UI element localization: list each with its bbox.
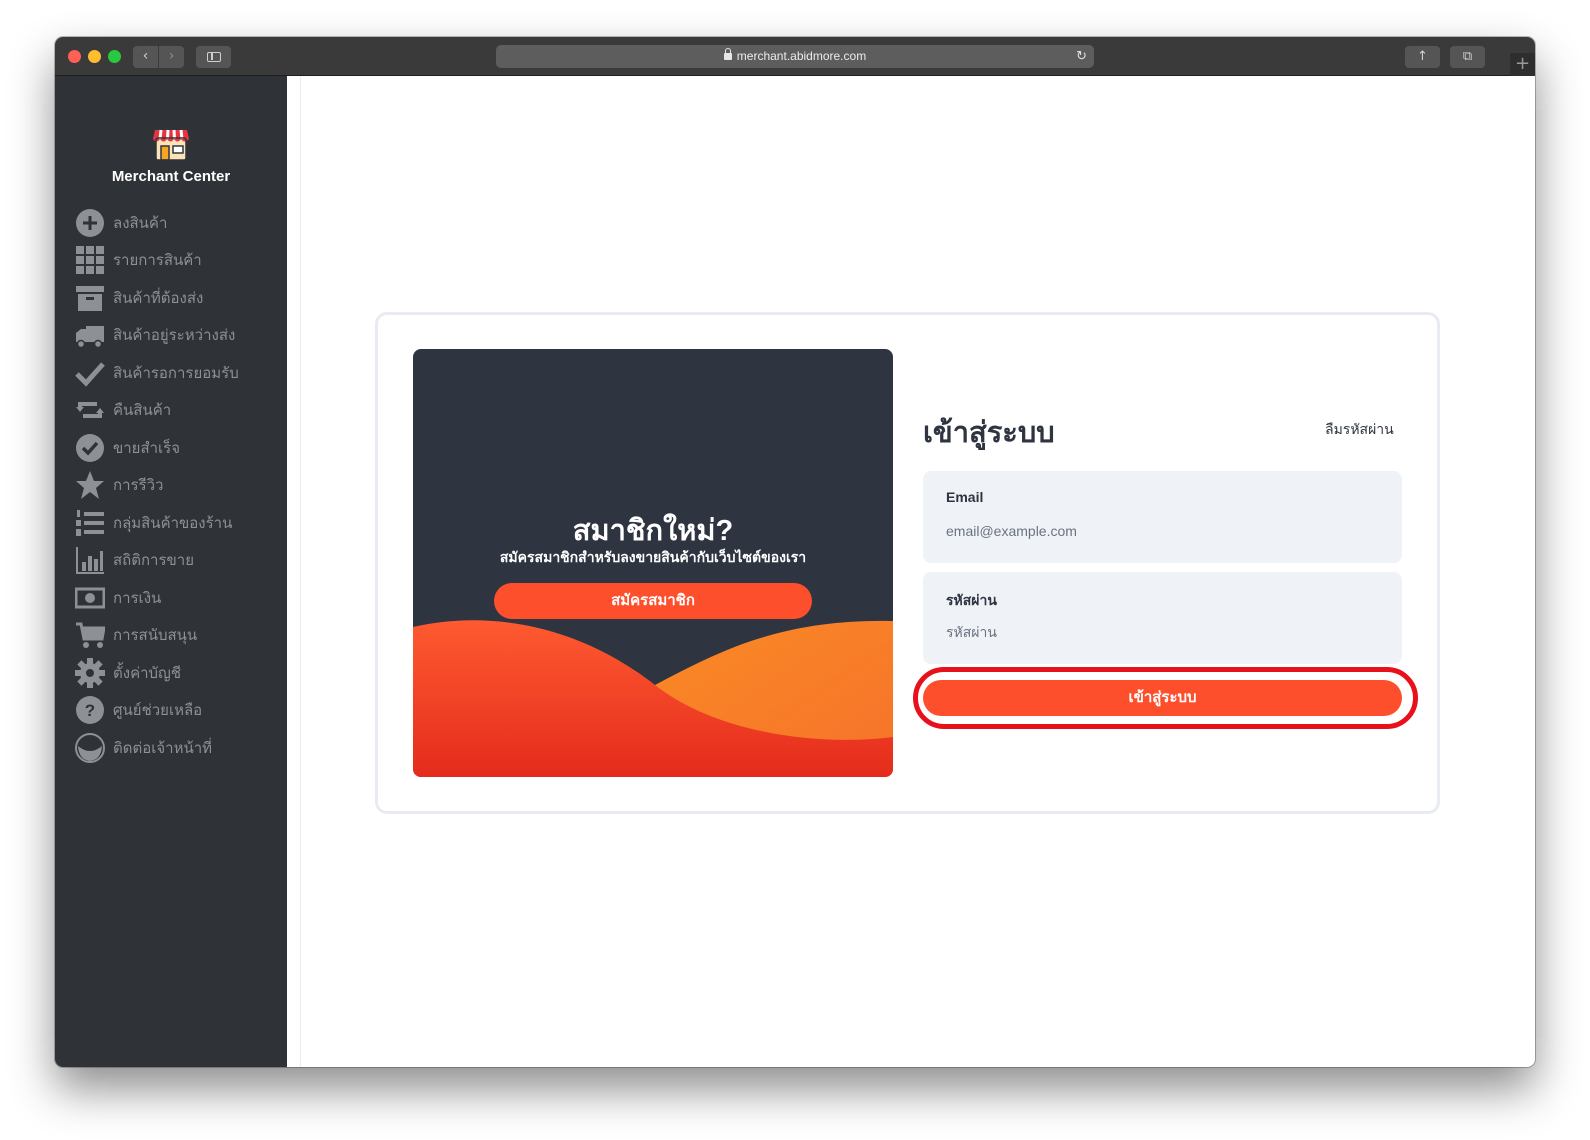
tabs-overview-icon[interactable]: ⧉ <box>1450 46 1485 68</box>
sidebar-item-label: สถิติการขาย <box>113 552 195 569</box>
sidebar-item-awaiting-acceptance[interactable]: สินค้ารอการยอมรับ <box>75 358 275 388</box>
new-tab-button[interactable]: + <box>1510 53 1535 76</box>
password-field[interactable]: รหัสผ่าน <box>923 572 1402 664</box>
sidebar-item-product-groups[interactable]: กลุ่มสินค้าของร้าน <box>75 508 275 538</box>
sidebar-item-product-list[interactable]: รายการสินค้า <box>75 245 275 275</box>
share-icon[interactable]: ↑ <box>1405 46 1440 68</box>
promo-subtitle: สมัครสมาชิกสำหรับลงขายสินค้ากับเว็บไซต์ข… <box>499 549 807 565</box>
email-label: Email <box>946 489 984 505</box>
lock-icon <box>723 48 732 60</box>
cart-icon <box>76 622 105 648</box>
grid-icon <box>76 246 104 274</box>
store-icon <box>153 129 189 161</box>
close-window-button[interactable] <box>68 50 81 63</box>
password-label: รหัสผ่าน <box>946 592 997 608</box>
sidebar-item-label: การสนับสนุน <box>113 627 198 644</box>
address-bar-text: merchant.abidmore.com <box>496 45 1094 68</box>
sidebar-item-label: ตั้งค่าบัญชี <box>113 665 182 682</box>
chevron-left-icon[interactable]: ‹ <box>133 46 158 68</box>
plus-circle-icon <box>76 209 104 237</box>
sidebar-item-sold[interactable]: ขายสำเร็จ <box>75 433 275 463</box>
check-circle-icon <box>76 434 104 462</box>
sidebar-item-label: สินค้าที่ต้องส่ง <box>113 290 204 307</box>
sidebar-item-in-transit[interactable]: สินค้าอยู่ระหว่างส่ง <box>75 320 275 350</box>
signup-promo-panel: สมาชิกใหม่? สมัครสมาชิกสำหรับลงขายสินค้า… <box>413 349 893 777</box>
brand-title: Merchant Center <box>111 168 231 185</box>
sidebar-item-label: ศูนย์ช่วยเหลือ <box>113 702 203 719</box>
sidebar-item-label: การเงิน <box>113 590 162 607</box>
brand[interactable]: Merchant Center <box>55 124 287 185</box>
truck-icon <box>76 326 104 349</box>
svg-text:?: ? <box>85 701 95 720</box>
sidebar-item-label: การรีวิว <box>113 477 164 494</box>
numbered-list-icon <box>76 510 104 536</box>
bar-chart-icon <box>76 547 104 574</box>
login-title: เข้าสู่ระบบ <box>923 417 1055 449</box>
sidebar-item-label: ติดต่อเจ้าหน้าที่ <box>113 740 213 757</box>
contact-icon <box>75 733 105 763</box>
reload-icon[interactable]: ↻ <box>1076 49 1087 64</box>
chevron-right-icon[interactable]: › <box>159 46 184 68</box>
sidebar-panel-icon <box>207 52 221 62</box>
email-field[interactable]: Email <box>923 471 1402 563</box>
sidebar-item-contact-staff[interactable]: ติดต่อเจ้าหน้าที่ <box>75 733 275 763</box>
sidebar-item-label: สินค้าอยู่ระหว่างส่ง <box>113 327 236 344</box>
sidebar-item-returns[interactable]: คืนสินค้า <box>75 395 275 425</box>
sidebar-item-label: กลุ่มสินค้าของร้าน <box>113 515 233 532</box>
sidebar: Merchant Center ลงสินค้า รายการสินค้า สิ… <box>55 76 287 1067</box>
minimize-window-button[interactable] <box>88 50 101 63</box>
sidebar-item-to-ship[interactable]: สินค้าที่ต้องส่ง <box>75 283 275 313</box>
return-arrows-icon <box>76 402 104 418</box>
sidebar-item-label: ลงสินค้า <box>113 215 168 232</box>
email-input[interactable] <box>946 519 1376 543</box>
sidebar-item-label: ขายสำเร็จ <box>113 440 181 457</box>
archive-box-icon <box>76 286 104 311</box>
star-icon <box>76 471 104 499</box>
login-button[interactable]: เข้าสู่ระบบ <box>923 680 1402 716</box>
sidebar-item-add-product[interactable]: ลงสินค้า <box>75 208 275 238</box>
sidebar-item-finance[interactable]: การเงิน <box>75 583 275 613</box>
address-bar[interactable]: merchant.abidmore.com ↻ <box>496 45 1094 68</box>
checkmark-icon <box>75 362 105 387</box>
sidebar-item-label: คืนสินค้า <box>113 402 172 419</box>
sidebar-item-support[interactable]: การสนับสนุน <box>75 620 275 650</box>
browser-titlebar: ‹ › merchant.abidmore.com ↻ ↑ ⧉ + <box>55 37 1535 76</box>
sidebar-item-label: สินค้ารอการยอมรับ <box>113 365 239 382</box>
sidebar-item-reviews[interactable]: การรีวิว <box>75 470 275 500</box>
help-circle-icon: ? <box>76 696 104 724</box>
sidebar-item-label: รายการสินค้า <box>113 252 202 269</box>
sidebar-item-account-settings[interactable]: ตั้งค่าบัญชี <box>75 658 275 688</box>
gear-icon <box>75 658 105 688</box>
signup-button[interactable]: สมัครสมาชิก <box>494 583 812 619</box>
forgot-password-link[interactable]: ลืมรหัสผ่าน <box>1325 419 1394 441</box>
url-text: merchant.abidmore.com <box>736 49 867 63</box>
sidebar-item-help-center[interactable]: ? ศูนย์ช่วยเหลือ <box>75 695 275 725</box>
money-icon <box>75 587 105 609</box>
browser-window: ‹ › merchant.abidmore.com ↻ ↑ ⧉ + Mercha… <box>55 37 1535 1067</box>
maximize-window-button[interactable] <box>108 50 121 63</box>
sidebar-toggle-button[interactable] <box>196 46 231 68</box>
password-input[interactable] <box>946 620 1376 644</box>
sidebar-item-sales-stats[interactable]: สถิติการขาย <box>75 545 275 575</box>
content-divider <box>287 76 301 1067</box>
